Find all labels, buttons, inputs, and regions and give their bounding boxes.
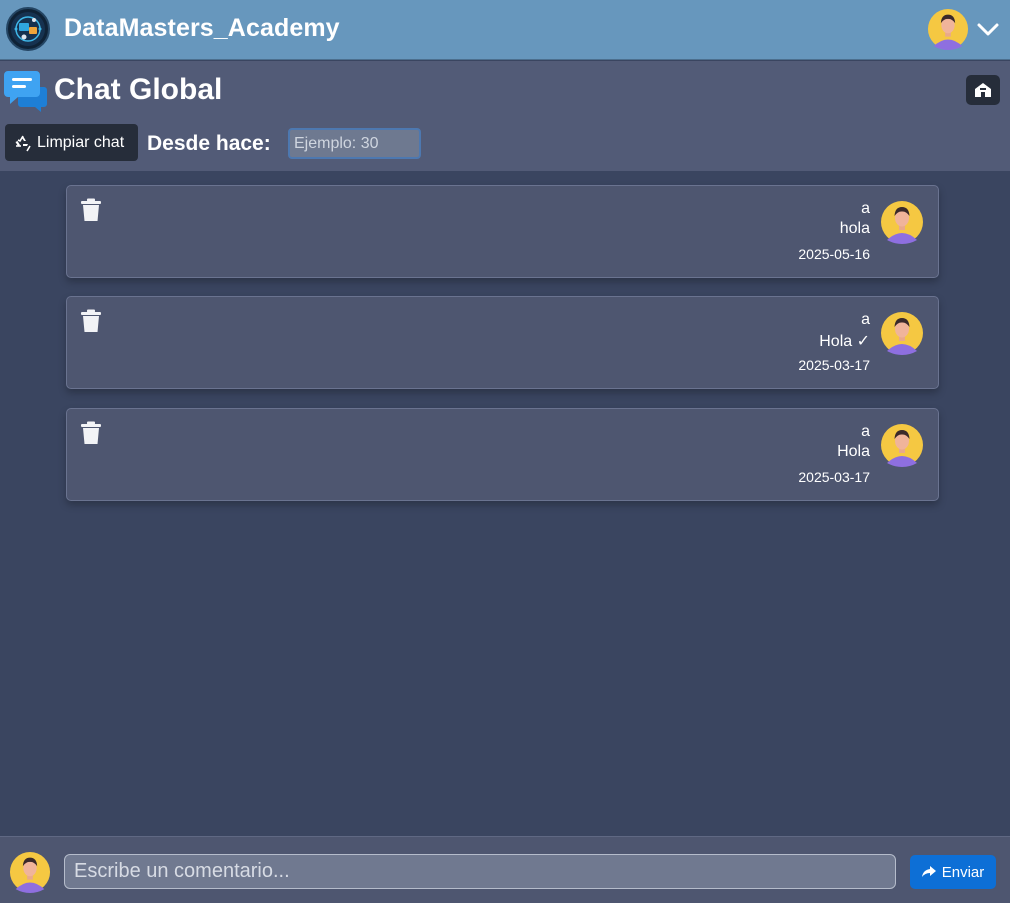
trash-icon[interactable]	[80, 309, 102, 333]
trash-icon[interactable]	[80, 198, 102, 222]
user-avatar-icon	[881, 424, 923, 467]
user-avatar-icon	[881, 201, 923, 244]
clear-chat-button[interactable]: Limpiar chat	[5, 124, 138, 161]
brand-name[interactable]: DataMasters_Academy	[64, 14, 340, 43]
share-arrow-icon	[921, 866, 936, 877]
top-bar: DataMasters_Academy	[0, 0, 1010, 60]
academy-logo-icon[interactable]	[6, 7, 50, 51]
message-text: hola	[839, 220, 870, 237]
home-icon	[975, 83, 991, 97]
send-button[interactable]: Enviar	[910, 855, 996, 889]
since-label: Desde hace:	[147, 132, 271, 155]
message-text: Hola	[837, 443, 870, 460]
chat-header: Chat Global Limpiar chat Desde hace:	[0, 61, 1010, 171]
message-date: 2025-05-16	[798, 246, 870, 262]
chevron-down-icon[interactable]	[976, 17, 1000, 41]
message-text: Hola ✓	[819, 333, 870, 350]
trash-icon[interactable]	[80, 421, 102, 445]
message-author: a	[861, 423, 870, 440]
user-avatar-icon	[881, 312, 923, 355]
recycle-icon	[15, 135, 31, 151]
page-title: Chat Global	[54, 73, 223, 106]
comment-input[interactable]	[64, 854, 896, 889]
message-card: a hola 2025-05-16	[66, 185, 939, 278]
message-card: a Hola 2025-03-17	[66, 408, 939, 501]
message-date: 2025-03-17	[798, 357, 870, 373]
comment-composer: Enviar	[0, 836, 1010, 903]
clear-chat-label: Limpiar chat	[37, 133, 125, 151]
message-date: 2025-03-17	[798, 469, 870, 485]
home-button[interactable]	[966, 75, 1000, 105]
message-author: a	[861, 200, 870, 217]
user-avatar-icon[interactable]	[927, 8, 969, 50]
send-label: Enviar	[941, 863, 985, 881]
user-avatar-icon	[9, 851, 51, 893]
since-days-input[interactable]	[288, 128, 421, 159]
chat-bubbles-icon	[4, 69, 48, 113]
message-card: a Hola ✓ 2025-03-17	[66, 296, 939, 389]
message-author: a	[861, 311, 870, 328]
